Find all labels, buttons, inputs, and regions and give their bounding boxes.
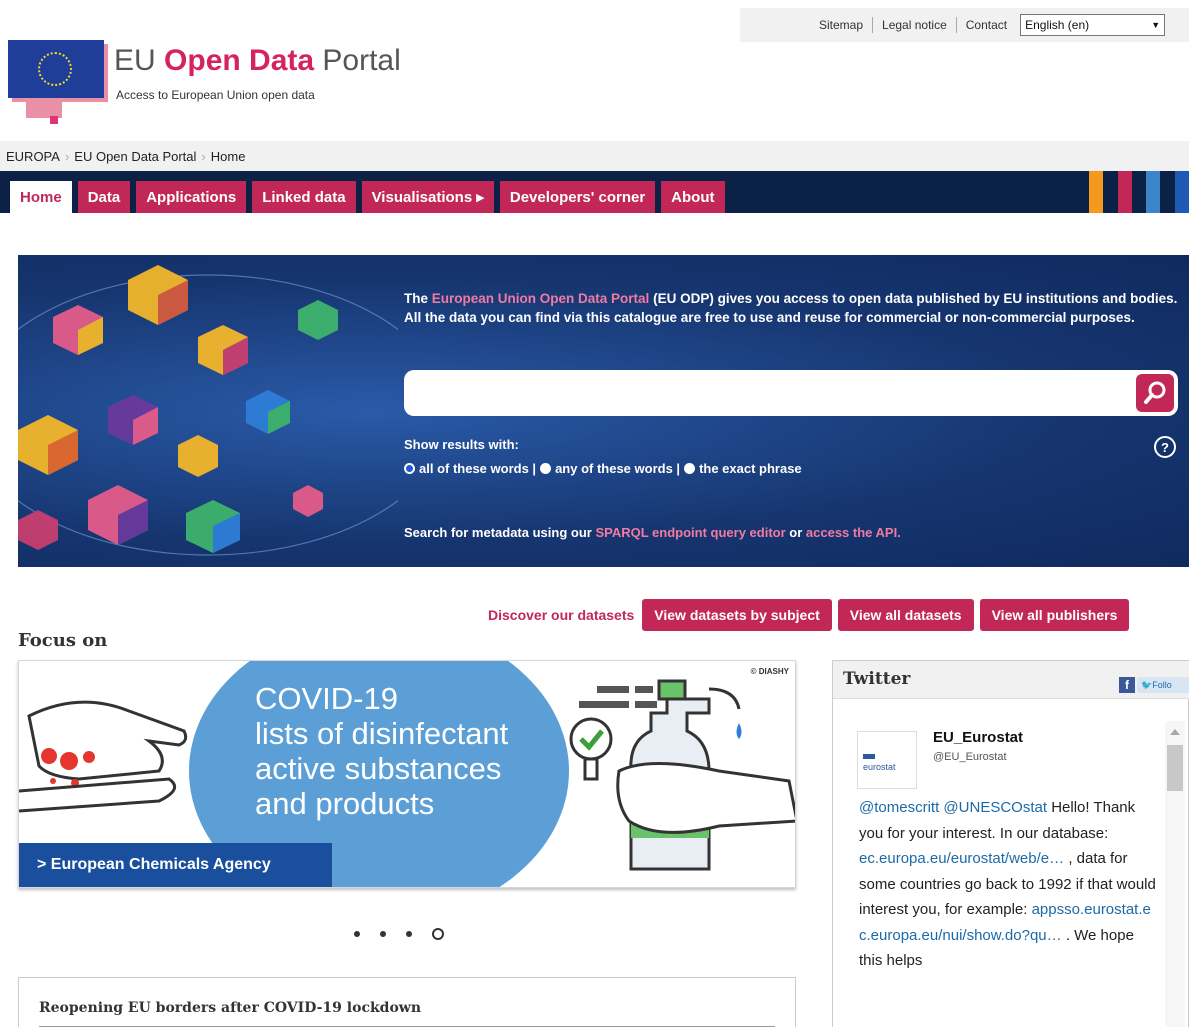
- main-navigation: Home Data Applications Linked data Visua…: [0, 171, 1189, 213]
- news-title[interactable]: Reopening EU borders after COVID-19 lock…: [39, 1000, 421, 1016]
- tab-visualisations[interactable]: Visualisations ▸: [361, 181, 494, 213]
- metadata-text-pre: Search for metadata using our: [404, 525, 592, 540]
- metadata-search-text: Search for metadata using our SPARQL end…: [404, 525, 901, 540]
- radio-label-any-words[interactable]: any of these words |: [555, 461, 680, 476]
- carousel-dot[interactable]: [354, 931, 360, 937]
- tweet-body: @tomescritt @UNESCOstat Hello! Thank you…: [859, 795, 1157, 974]
- banner-line: and products: [255, 786, 435, 821]
- twitter-follow-label: Follo: [1152, 680, 1172, 690]
- site-logo[interactable]: EU Open Data Portal Access to European U…: [8, 40, 428, 130]
- focus-carousel-slide[interactable]: COVID-19 lists of disinfectant active su…: [18, 660, 796, 888]
- banner-line: lists of disinfectant: [255, 716, 509, 751]
- radio-exact-phrase[interactable]: [684, 463, 696, 474]
- api-link[interactable]: access the API.: [806, 525, 901, 540]
- search-button[interactable]: [1136, 374, 1174, 412]
- metadata-text-mid: or: [789, 525, 803, 540]
- tab-applications[interactable]: Applications: [136, 181, 247, 213]
- facebook-icon[interactable]: f: [1119, 677, 1135, 693]
- radio-all-words[interactable]: [404, 463, 415, 474]
- logo-tail-decoration: [50, 116, 58, 124]
- banner-line: COVID-19: [255, 681, 398, 716]
- discover-datasets-bar: Discover our datasets View datasets by s…: [488, 599, 1130, 631]
- show-results-label: Show results with:: [404, 437, 519, 452]
- tweet-mention[interactable]: @UNESCOstat: [943, 799, 1047, 816]
- twitter-widget: Twitter f 🐦Follo eurostat EU_Eurostat @E…: [832, 660, 1189, 1027]
- tab-data[interactable]: Data: [77, 181, 131, 213]
- search-box: [404, 370, 1178, 416]
- utility-bar: Sitemap Legal notice Contact English (en…: [740, 8, 1189, 42]
- search-input[interactable]: [414, 378, 1114, 408]
- breadcrumb-item-home: Home: [210, 148, 246, 164]
- eu-odp-link[interactable]: European Union Open Data Portal: [432, 291, 650, 306]
- view-by-subject-button[interactable]: View datasets by subject: [642, 599, 832, 631]
- tweet-mention[interactable]: @tomescritt: [859, 799, 939, 816]
- eu-flag-logo: [8, 40, 104, 98]
- news-card: Reopening EU borders after COVID-19 lock…: [18, 977, 796, 1027]
- tweet-author-handle[interactable]: @EU_Eurostat: [933, 751, 1007, 763]
- discover-label: Discover our datasets: [488, 607, 635, 623]
- site-title-part: EU: [114, 44, 156, 77]
- scrollbar-thumb[interactable]: [1167, 745, 1183, 791]
- twitter-scrollbar[interactable]: [1165, 721, 1185, 1027]
- carousel-dot[interactable]: [380, 931, 386, 937]
- carousel-pagination: [354, 928, 444, 940]
- search-icon: [1144, 381, 1166, 404]
- site-title-accent: Open Data: [164, 44, 315, 77]
- radio-label-all-words[interactable]: all of these words |: [419, 461, 536, 476]
- avatar[interactable]: eurostat: [857, 731, 917, 789]
- breadcrumb-item-europa[interactable]: EUROPA: [6, 149, 60, 164]
- hero-intro-pre: The: [404, 291, 429, 306]
- contact-link[interactable]: Contact: [957, 17, 1016, 33]
- tab-developers-corner[interactable]: Developers' corner: [499, 181, 656, 213]
- sitemap-link[interactable]: Sitemap: [810, 17, 874, 33]
- help-icon[interactable]: ?: [1154, 436, 1176, 458]
- banner-heading: COVID-19 lists of disinfectant active su…: [255, 681, 575, 821]
- view-all-datasets-button[interactable]: View all datasets: [837, 599, 974, 631]
- radio-any-words[interactable]: [540, 463, 552, 474]
- hero-banner: The European Union Open Data Portal (EU …: [18, 255, 1189, 567]
- breadcrumb-separator-icon: ›: [201, 148, 206, 164]
- tab-home[interactable]: Home: [10, 181, 72, 213]
- twitter-title: Twitter: [843, 669, 911, 689]
- nav-color-stripes: [1089, 171, 1189, 213]
- eu-stars-icon: [38, 52, 72, 86]
- banner-copyright: © DIASHY: [750, 667, 789, 676]
- eurostat-logo-mark: [863, 754, 875, 759]
- breadcrumb-separator-icon: ›: [64, 148, 70, 164]
- twitter-bird-icon: 🐦: [1141, 680, 1153, 690]
- sparql-editor-link[interactable]: SPARQL endpoint query editor: [595, 525, 785, 540]
- focus-section-title: Focus on: [18, 630, 108, 651]
- breadcrumb: EUROPA › EU Open Data Portal › Home: [0, 141, 1189, 171]
- avatar-label: eurostat: [863, 762, 896, 772]
- scroll-up-arrow-icon[interactable]: [1170, 729, 1180, 735]
- tweet-author-name[interactable]: EU_Eurostat: [933, 729, 1023, 746]
- site-title: EU Open Data Portal: [114, 44, 401, 78]
- hero-intro-text: The European Union Open Data Portal (EU …: [404, 289, 1184, 327]
- view-all-publishers-button[interactable]: View all publishers: [979, 599, 1130, 631]
- chevron-down-icon: ▼: [1151, 20, 1161, 30]
- carousel-dot[interactable]: [406, 931, 412, 937]
- language-select-value: English (en): [1025, 18, 1090, 32]
- logo-tail-decoration: [26, 98, 62, 118]
- radio-label-exact-phrase[interactable]: the exact phrase: [699, 461, 802, 476]
- globe-cubes-illustration: [18, 265, 398, 556]
- banner-line: active substances: [255, 751, 502, 786]
- tweet-link[interactable]: ec.europa.eu/eurostat/web/e…: [859, 850, 1064, 867]
- twitter-follow-button[interactable]: 🐦Follo: [1137, 677, 1189, 693]
- echa-link[interactable]: > European Chemicals Agency: [19, 843, 332, 887]
- search-mode-radio-group: all of these words | any of these words …: [404, 461, 802, 476]
- site-subtitle: Access to European Union open data: [116, 88, 315, 102]
- site-title-part: Portal: [322, 44, 401, 77]
- breadcrumb-item-portal[interactable]: EU Open Data Portal: [74, 149, 196, 164]
- tab-linked-data[interactable]: Linked data: [252, 181, 356, 213]
- carousel-dot-active[interactable]: [432, 928, 444, 940]
- legal-notice-link[interactable]: Legal notice: [873, 17, 957, 33]
- tab-about[interactable]: About: [661, 181, 725, 213]
- twitter-header: Twitter f 🐦Follo: [833, 661, 1189, 699]
- language-select[interactable]: English (en) ▼: [1020, 14, 1166, 36]
